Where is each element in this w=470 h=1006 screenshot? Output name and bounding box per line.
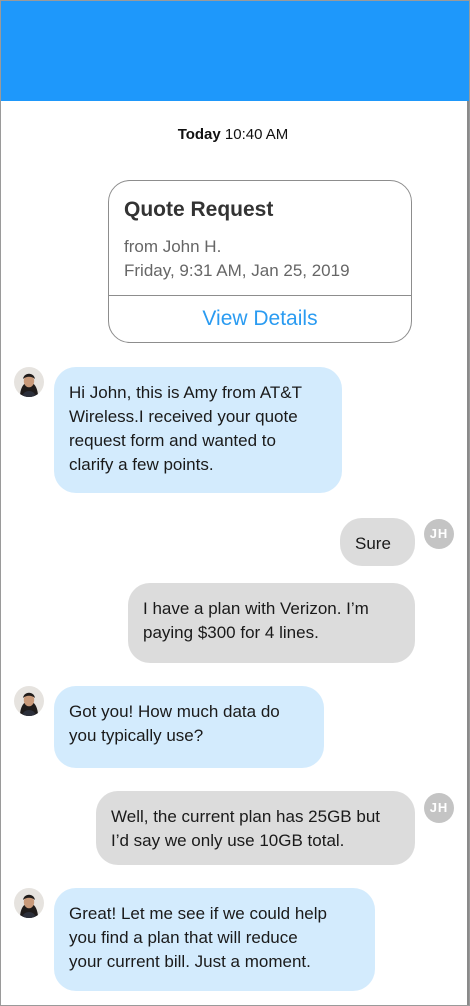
agent-avatar-icon xyxy=(14,888,44,918)
message-line: Got you! How much data do xyxy=(69,702,280,721)
message-line: you typically use? xyxy=(69,726,204,745)
app-header xyxy=(0,0,470,101)
message-bubble-customer: Well, the current plan has 25GB but I’d … xyxy=(96,791,415,865)
timestamp-day: Today xyxy=(177,126,221,143)
message-line: paying $300 for 4 lines. xyxy=(143,623,319,642)
message-line: request form and wanted to xyxy=(69,431,276,450)
card-title: Quote Request xyxy=(124,198,274,221)
message-bubble-customer: I have a plan with Verizon. I’m paying $… xyxy=(128,583,415,663)
message-line: clarify a few points. xyxy=(69,455,214,474)
message-line: your current bill. Just a moment. xyxy=(69,952,311,971)
agent-avatar-icon xyxy=(14,686,44,716)
message-bubble-agent: Great! Let me see if we could help you f… xyxy=(54,888,375,991)
conversation-timestamp: Today 10:40 AM xyxy=(0,126,466,143)
card-date: Friday, 9:31 AM, Jan 25, 2019 xyxy=(124,261,350,280)
message-bubble-agent: Hi John, this is Amy from AT&T Wireless.… xyxy=(54,367,342,493)
message-line: I have a plan with Verizon. I’m xyxy=(143,599,369,618)
customer-avatar: JH xyxy=(424,519,454,549)
agent-avatar-icon xyxy=(14,367,44,397)
message-line: Sure xyxy=(355,534,391,553)
quote-request-card: Quote Request from John H. Friday, 9:31 … xyxy=(108,180,412,343)
message-line: Great! Let me see if we could help xyxy=(69,904,327,923)
message-line: Hi John, this is Amy from AT&T xyxy=(69,383,303,402)
view-details-button[interactable]: View Details xyxy=(109,296,411,342)
message-line: Well, the current plan has 25GB but xyxy=(111,807,381,826)
message-bubble-customer: Sure xyxy=(340,518,415,566)
timestamp-time: 10:40 AM xyxy=(224,126,289,143)
card-sender: from John H. xyxy=(124,237,222,256)
message-line: I’d say we only use 10GB total. xyxy=(111,831,345,850)
message-bubble-agent: Got you! How much data do you typically … xyxy=(54,686,324,768)
customer-avatar: JH xyxy=(424,793,454,823)
message-line: you find a plan that will reduce xyxy=(69,928,298,947)
message-line: Wireless.I received your quote xyxy=(69,407,298,426)
